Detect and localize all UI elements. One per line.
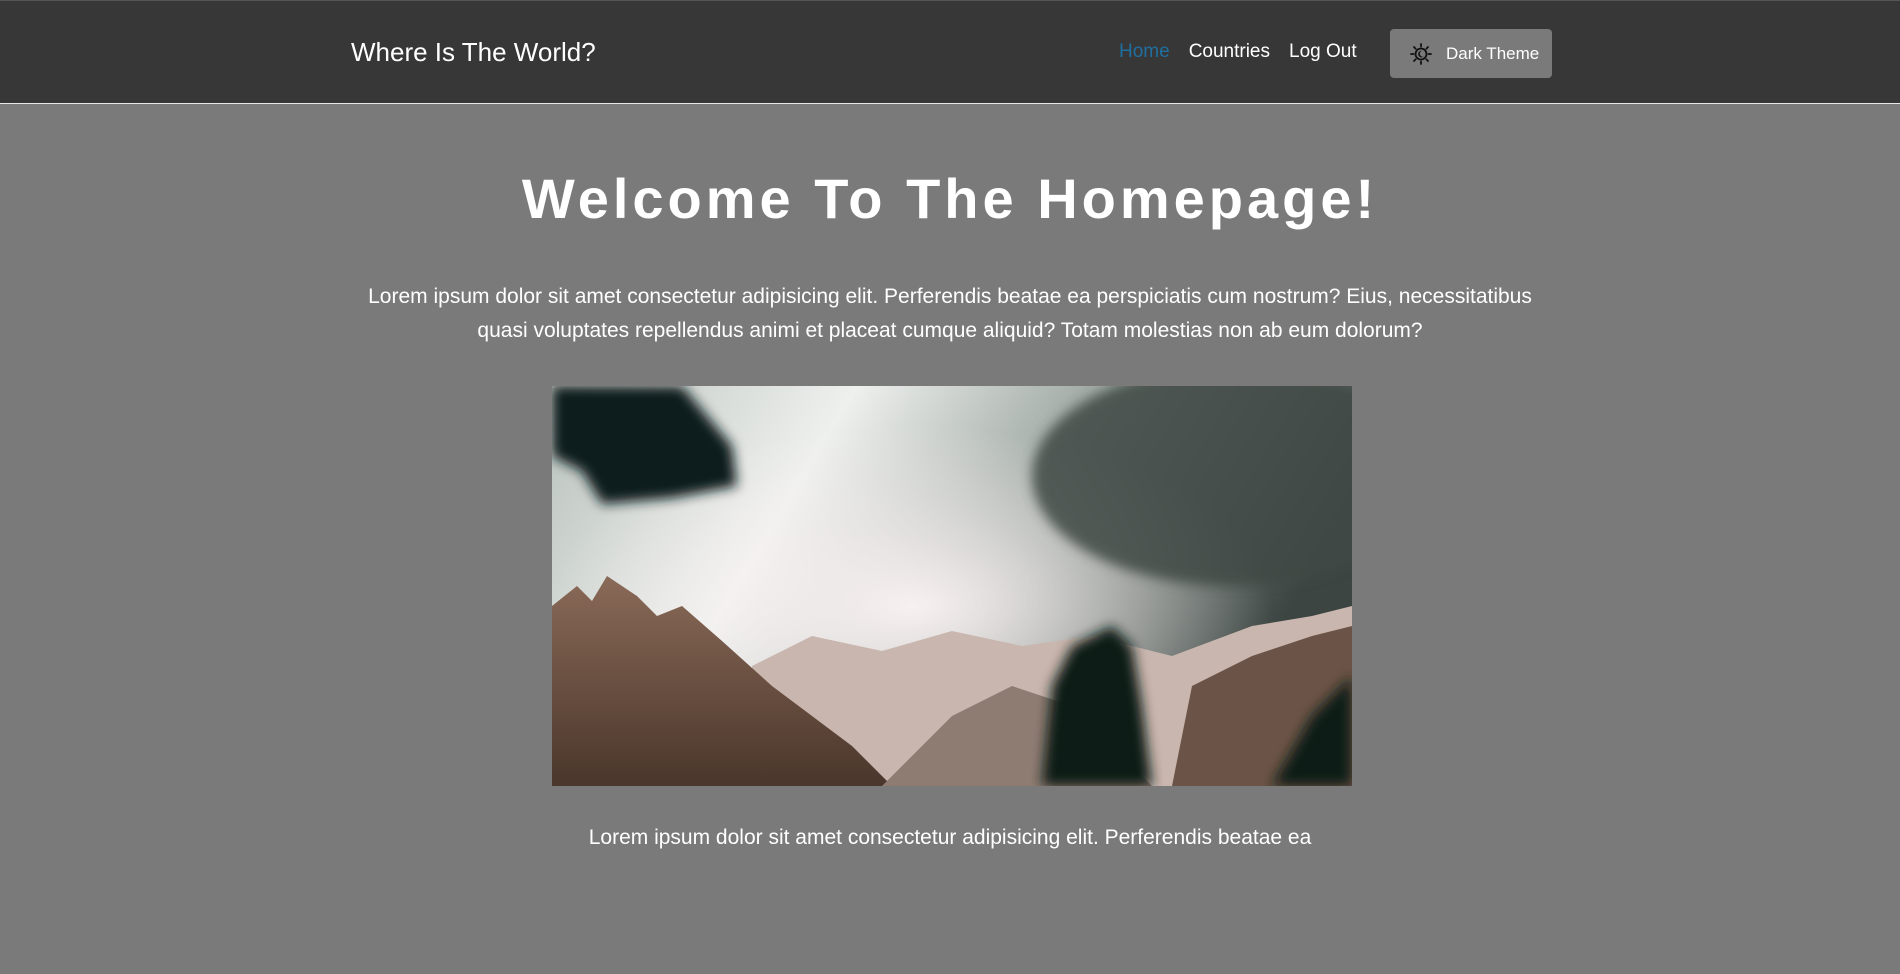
main-nav: Home Countries Log Out (1119, 41, 1357, 63)
dark-theme-button[interactable]: Dark Theme (1390, 29, 1552, 78)
nav-log-out[interactable]: Log Out (1289, 41, 1357, 63)
top-navbar: Where Is The World? Home Countries Log O… (0, 0, 1900, 104)
sun-moon-icon (1410, 42, 1432, 65)
intro-paragraph: Lorem ipsum dolor sit amet consectetur a… (368, 285, 1532, 342)
nav-countries[interactable]: Countries (1189, 41, 1270, 63)
hero-image-mountains (552, 386, 1352, 786)
image-caption: Lorem ipsum dolor sit amet consectetur a… (588, 826, 1312, 849)
page-title: Welcome To The Homepage! (521, 167, 1379, 230)
dark-theme-label: Dark Theme (1446, 43, 1540, 63)
nav-home[interactable]: Home (1119, 41, 1170, 63)
brand-title[interactable]: Where Is The World? (351, 37, 596, 68)
